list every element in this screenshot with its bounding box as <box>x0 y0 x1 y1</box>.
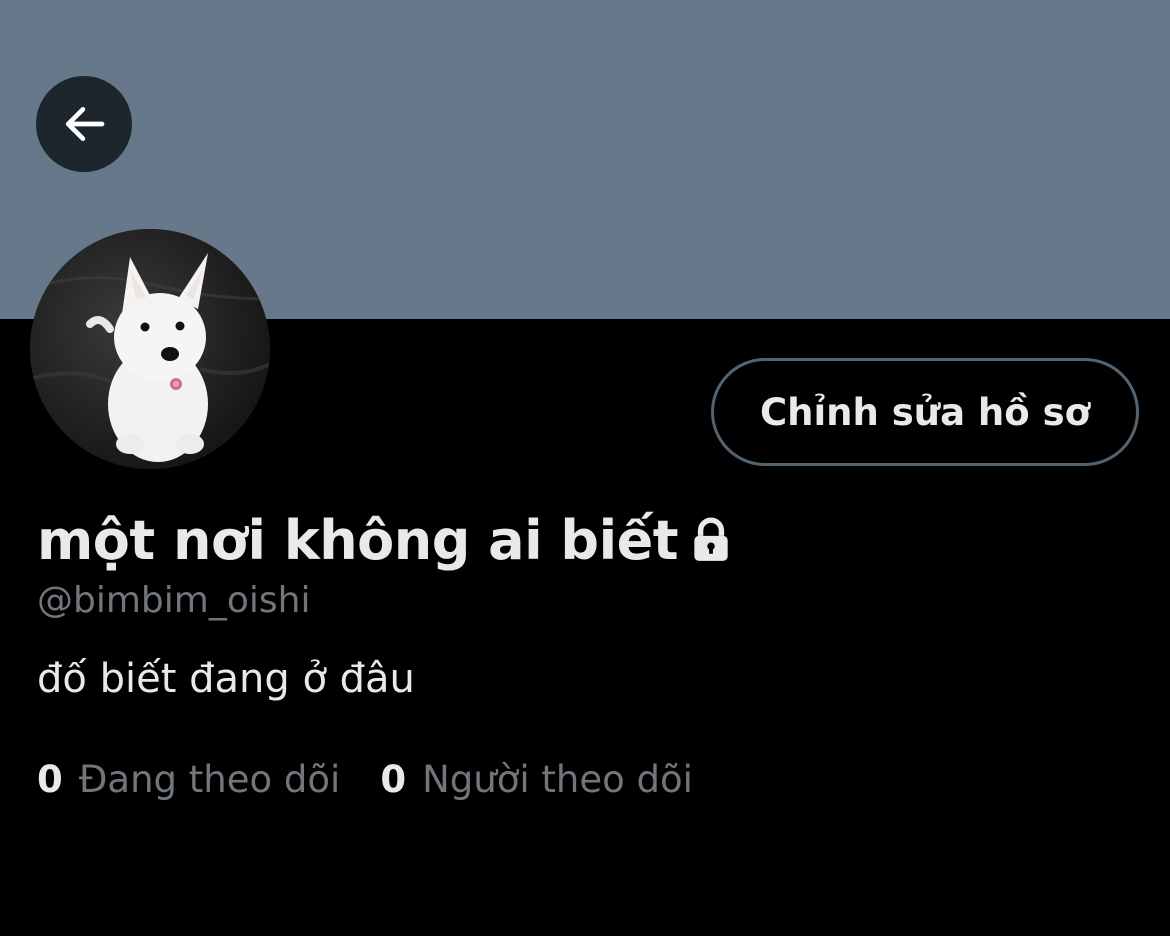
follow-stats: 0 Đang theo dõi 0 Người theo dõi <box>37 758 693 801</box>
following-count: 0 <box>37 758 63 801</box>
edit-profile-button[interactable]: Chỉnh sửa hồ sơ <box>711 358 1139 466</box>
following-label: Đang theo dõi <box>78 758 341 801</box>
display-name: một nơi không ai biết <box>37 500 736 580</box>
avatar[interactable] <box>30 229 270 469</box>
following-link[interactable]: 0 Đang theo dõi <box>37 758 340 801</box>
arrow-left-icon <box>65 107 105 141</box>
followers-count: 0 <box>380 758 407 801</box>
back-button[interactable] <box>36 76 132 172</box>
followers-label: Người theo dõi <box>422 758 693 801</box>
followers-link[interactable]: 0 Người theo dõi <box>380 758 693 801</box>
lock-icon <box>686 515 736 565</box>
puppy-avatar-image <box>30 229 270 469</box>
profile-bio: đố biết đang ở đâu <box>37 656 415 702</box>
display-name-text: một nơi không ai biết <box>37 508 679 572</box>
username-handle: @bimbim_oishi <box>37 580 311 621</box>
